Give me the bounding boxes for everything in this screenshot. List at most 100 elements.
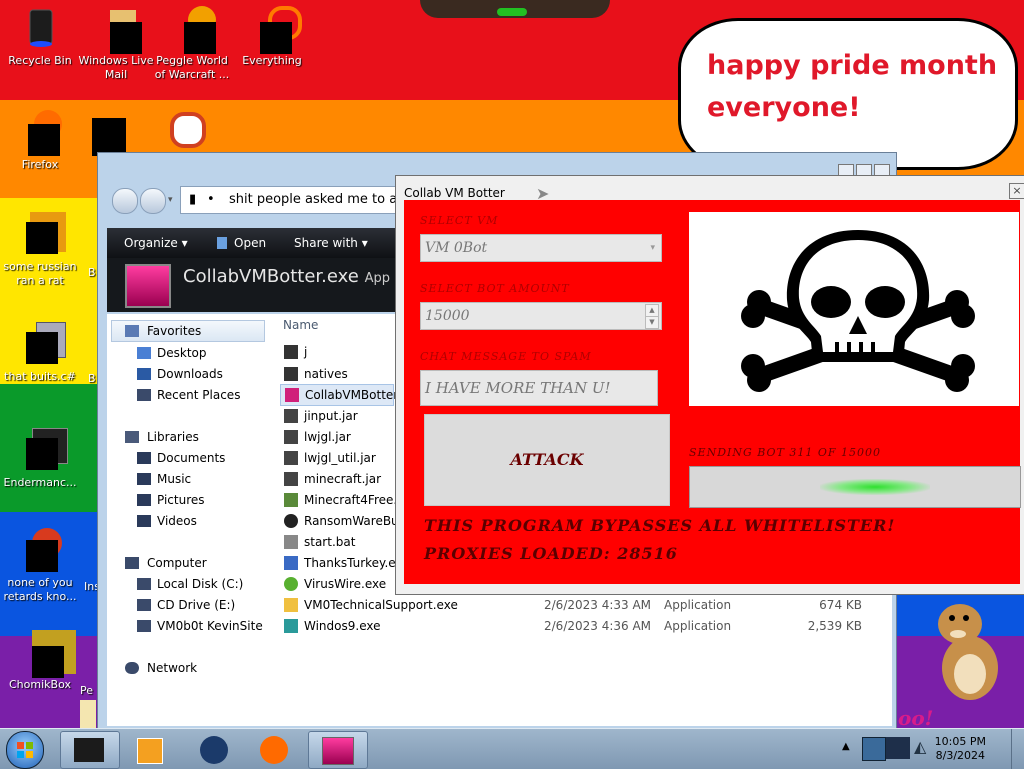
- nav-recent-places[interactable]: Recent Places: [157, 388, 240, 402]
- file-name: ThanksTurkey.exe: [304, 556, 410, 570]
- file-name: jinput.jar: [304, 409, 358, 423]
- nav-music[interactable]: Music: [157, 472, 191, 486]
- partial-desktop-icon: [92, 118, 126, 156]
- stepper-down-icon[interactable]: ▼: [645, 316, 659, 329]
- attack-button[interactable]: ATTACK: [424, 414, 670, 506]
- partial-icon-label: B: [88, 372, 96, 385]
- nav-libraries[interactable]: Libraries: [147, 430, 199, 444]
- file-name: lwjgl_util.jar: [304, 451, 376, 465]
- desktop-icon-thatbuits[interactable]: that buits.c#: [0, 322, 80, 384]
- navigation-pane: Favorites Desktop Downloads Recent Place…: [107, 314, 272, 726]
- tray-expand-icon[interactable]: ▲: [842, 741, 850, 752]
- botter-window-title: Collab VM Botter: [404, 186, 505, 200]
- terminal-icon: [18, 428, 68, 472]
- botter-close-button[interactable]: ×: [1009, 183, 1024, 199]
- speech-bubble: happy pride month everyone!: [678, 18, 1018, 170]
- system-clock[interactable]: 10:05 PM 8/3/2024: [935, 735, 986, 763]
- open-button[interactable]: Open: [234, 236, 266, 250]
- bot-amount-label: SELECT BOT AMOUNT: [420, 282, 570, 295]
- globe-icon: [200, 736, 228, 764]
- file-type: Application: [664, 619, 732, 633]
- nav-cd-drive[interactable]: CD Drive (E:): [157, 598, 235, 612]
- jar-file-icon: [284, 409, 298, 423]
- select-vm-dropdown[interactable]: VM 0Bot ▾: [420, 234, 662, 262]
- collabvmbotter-app-icon: [125, 264, 171, 308]
- cd-drive-icon: [137, 599, 151, 611]
- bot-progress-bar: [689, 466, 1021, 508]
- explorer-toolbar: Organize ▾ Open Share with ▾: [107, 228, 395, 258]
- address-path: shit people asked me to ad: [229, 192, 406, 207]
- collab-vm-botter-window: Collab VM Botter ➤ × SELECT VM VM 0Bot ▾…: [395, 175, 1024, 595]
- nav-computer[interactable]: Computer: [147, 556, 207, 570]
- desktop-icon-label: Peggle World of Warcraft ...: [154, 54, 230, 81]
- taskbar-media-player[interactable]: [122, 731, 182, 769]
- desktop-icon-peggle[interactable]: Peggle World of Warcraft ...: [152, 6, 232, 82]
- media-player-icon: [137, 738, 163, 764]
- file-name: VM0TechnicalSupport.exe: [304, 598, 458, 612]
- nav-network[interactable]: Network: [147, 661, 197, 675]
- forward-button[interactable]: [140, 188, 166, 214]
- file-size: 674 KB: [819, 598, 862, 612]
- bypass-note: THIS PROGRAM BYPASSES ALL WHITELISTER!: [424, 516, 896, 535]
- folder-icon: [284, 367, 298, 381]
- back-button[interactable]: [112, 188, 138, 214]
- desktop-icon-chomikbox[interactable]: ChomikBox: [0, 630, 80, 692]
- desktop-icon-russian-rat[interactable]: some russian ran a rat: [0, 212, 80, 288]
- libraries-icon: [125, 431, 139, 443]
- network-tray-icon[interactable]: [862, 737, 886, 761]
- desktop-icon-recycle-bin[interactable]: Recycle Bin: [0, 6, 80, 68]
- select-vm-label: SELECT VM: [420, 214, 499, 227]
- file-row[interactable]: Windos9.exe 2/6/2023 4:36 AM Application…: [284, 616, 884, 636]
- taskbar-botter[interactable]: [308, 731, 368, 769]
- taskbar-explorer[interactable]: [60, 731, 120, 769]
- desktop-icon-firefox[interactable]: Firefox: [0, 110, 80, 172]
- file-name: natives: [304, 367, 348, 381]
- organize-button[interactable]: Organize ▾: [124, 236, 188, 250]
- show-desktop-button[interactable]: [1011, 729, 1024, 769]
- column-header-name[interactable]: Name: [283, 318, 318, 332]
- desktop-icon-windows-live-mail[interactable]: Windows Live Mail: [76, 6, 156, 82]
- ransomware-gear-icon: [284, 514, 298, 528]
- chat-message-input[interactable]: I HAVE MORE THAN U!: [420, 370, 658, 406]
- desktop-icon-label: ChomikBox: [9, 678, 71, 691]
- nav-local-disk[interactable]: Local Disk (C:): [157, 577, 243, 591]
- file-name: CollabVMBotter.e: [305, 388, 409, 402]
- nav-downloads[interactable]: Downloads: [157, 367, 223, 381]
- file-name: RansomWareBuil: [304, 514, 406, 528]
- nav-favorites[interactable]: Favorites: [147, 324, 201, 338]
- partial-logo: oo!: [898, 706, 934, 730]
- nav-vm0b0t[interactable]: VM0b0t KevinSite: [157, 619, 263, 633]
- taskbar-app[interactable]: [186, 731, 246, 769]
- desktop-icon-none-of-you[interactable]: none of you retards kno...: [0, 528, 80, 604]
- volume-icon[interactable]: ◭: [914, 737, 936, 759]
- taskbar-firefox[interactable]: [246, 731, 306, 769]
- start-button[interactable]: [6, 731, 44, 769]
- display-tray-icon[interactable]: [886, 737, 910, 759]
- preview-file-name: CollabVMBotter.exe: [183, 266, 359, 287]
- nav-pictures[interactable]: Pictures: [157, 493, 205, 507]
- open-icon: [217, 237, 227, 249]
- file-row[interactable]: VM0TechnicalSupport.exe 2/6/2023 4:33 AM…: [284, 595, 884, 615]
- folder-icon: ▮: [189, 192, 197, 207]
- bot-amount-stepper[interactable]: 15000 ▲ ▼: [420, 302, 662, 330]
- folder-icon: [284, 345, 298, 359]
- chat-message-value: I HAVE MORE THAN U!: [425, 379, 611, 397]
- file-date: 2/6/2023 4:36 AM: [544, 619, 652, 633]
- botter-panel: SELECT VM VM 0Bot ▾ SELECT BOT AMOUNT 15…: [404, 200, 1021, 584]
- skull-image: [689, 212, 1019, 406]
- music-icon: [137, 473, 151, 485]
- nav-documents[interactable]: Documents: [157, 451, 225, 465]
- jar-file-icon: [284, 430, 298, 444]
- file-name: Windos9.exe: [304, 619, 381, 633]
- clock-time: 10:05 PM: [934, 735, 986, 748]
- desktop-icon-everything[interactable]: Everything: [232, 6, 312, 68]
- details-preview: CollabVMBotter.exe App: [107, 258, 395, 312]
- desktop-icon-endermanc[interactable]: Endermanc...: [0, 428, 80, 490]
- nav-videos[interactable]: Videos: [157, 514, 197, 528]
- file-row-selected[interactable]: CollabVMBotter.e: [280, 384, 408, 406]
- nav-desktop[interactable]: Desktop: [157, 346, 207, 360]
- windows-logo-icon: [17, 742, 33, 758]
- recent-pages-chevron-icon[interactable]: ▾: [168, 195, 173, 205]
- firefox-icon: [260, 736, 288, 764]
- share-with-button[interactable]: Share with ▾: [294, 236, 368, 250]
